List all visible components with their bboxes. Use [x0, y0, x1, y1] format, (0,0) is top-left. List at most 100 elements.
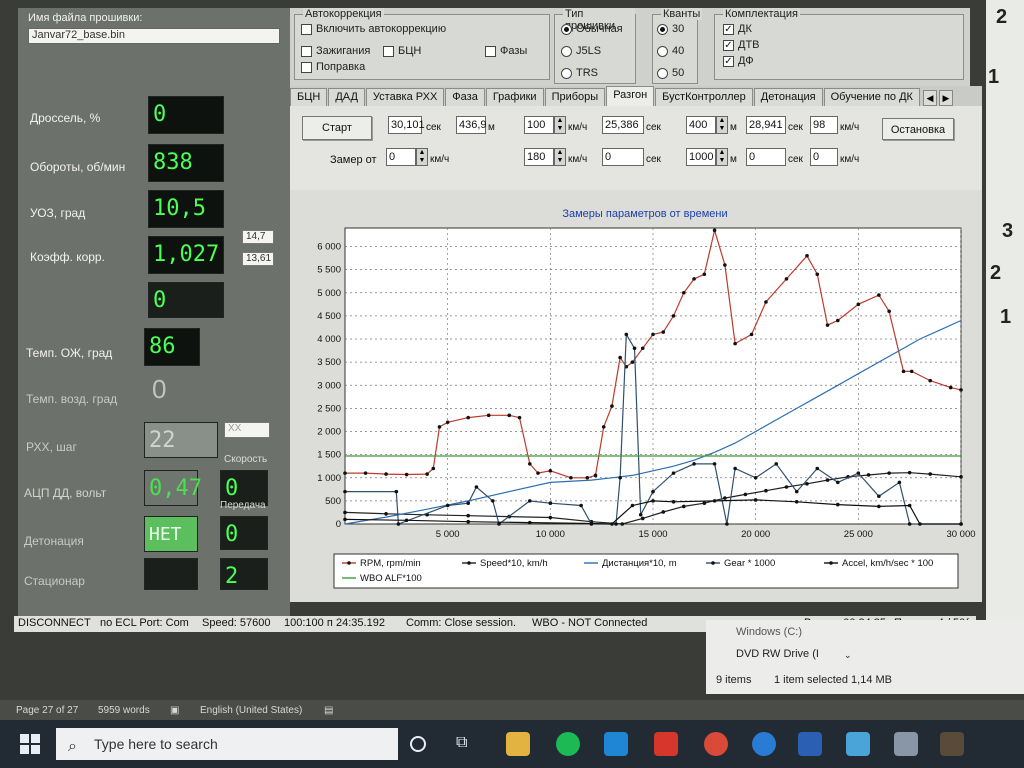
equip-dk-label: ДК: [738, 23, 752, 35]
spin-up-icon[interactable]: ▲: [417, 149, 427, 157]
spin-down-icon[interactable]: ▼: [717, 157, 727, 165]
firmware-file-field[interactable]: Janvar72_base.bin: [28, 28, 280, 44]
proofing-icon[interactable]: ▣: [170, 705, 179, 716]
koef-aux-1[interactable]: 14,7: [242, 230, 274, 244]
tab-boost-controller[interactable]: БустКонтроллер: [655, 88, 753, 106]
windows-start-icon[interactable]: [20, 734, 40, 754]
checkmark-icon: ✓: [723, 39, 734, 51]
task-view-icon[interactable]: ⧉: [456, 734, 467, 752]
tab-scroll-left-icon[interactable]: ◀: [922, 90, 937, 106]
enable-autocorr-checkbox[interactable]: Включить автокоррекцию: [301, 23, 446, 35]
stop-button[interactable]: Остановка: [882, 118, 954, 140]
equipment-group: Комплектация ✓ ДК ✓ ДТВ ✓ ДФ: [714, 8, 964, 80]
fwtype-j5ls-label: J5LS: [576, 45, 602, 57]
distance-target-2-field[interactable]: 1000: [686, 148, 716, 166]
chevron-down-icon[interactable]: ⌄: [844, 650, 852, 661]
y-tick-label: 2 000: [317, 427, 341, 438]
spin-up-icon[interactable]: ▲: [717, 117, 727, 125]
ignition-checkbox[interactable]: Зажигания: [301, 45, 370, 57]
chrome-icon[interactable]: [704, 732, 728, 756]
tab-razgon[interactable]: Разгон: [606, 86, 655, 106]
spin-measure-from[interactable]: ▲ ▼: [416, 148, 428, 166]
series-3-point: [548, 501, 553, 505]
taskbar-search-input[interactable]: Type here to search: [56, 728, 398, 760]
word-icon[interactable]: [798, 732, 822, 756]
koef-aux-2[interactable]: 13,61: [242, 252, 274, 266]
tab-gauges[interactable]: Приборы: [544, 88, 606, 106]
quant-50-radio[interactable]: 50: [657, 67, 684, 79]
phases-checkbox[interactable]: Фазы: [485, 45, 527, 57]
word-language[interactable]: English (United States): [200, 705, 302, 716]
bcn-checkbox[interactable]: БЦН: [383, 45, 421, 57]
chart-title: Замеры параметров от времени: [562, 208, 727, 220]
kmh-unit: км/ч: [568, 122, 588, 133]
series-0-point: [682, 290, 686, 295]
spin-distance-2[interactable]: ▲ ▼: [716, 148, 728, 166]
tab-phase[interactable]: Фаза: [445, 88, 485, 106]
spin-up-icon[interactable]: ▲: [555, 117, 565, 125]
spin-down-icon[interactable]: ▼: [555, 157, 565, 165]
word-status-bar: Page 27 of 27 5959 words ▣ English (Unit…: [0, 700, 1024, 720]
correction-checkbox[interactable]: Поправка: [301, 61, 365, 73]
equip-df-checkbox[interactable]: ✓ ДФ: [723, 55, 754, 67]
spin-speed-2[interactable]: ▲ ▼: [554, 148, 566, 166]
update-icon[interactable]: [752, 732, 776, 756]
speed-target-1-field[interactable]: 100: [524, 116, 554, 134]
cortana-icon[interactable]: [410, 736, 426, 752]
series-0-point: [486, 413, 491, 418]
tab-dad[interactable]: ДАД: [328, 88, 365, 106]
spotify-icon[interactable]: [556, 732, 580, 756]
measure-from-field[interactable]: 0: [386, 148, 416, 166]
spin-up-icon[interactable]: ▲: [717, 149, 727, 157]
spin-up-icon[interactable]: ▲: [555, 149, 565, 157]
speed-target-2-field[interactable]: 180: [524, 148, 554, 166]
tab-scroll-right-icon[interactable]: ▶: [938, 90, 953, 106]
equip-dtv-checkbox[interactable]: ✓ ДТВ: [723, 39, 760, 51]
fwtype-trs-radio[interactable]: TRS: [561, 67, 598, 79]
checkmark-icon: ✓: [723, 55, 734, 67]
acrobat-icon[interactable]: [654, 732, 678, 756]
tab-knock[interactable]: Детонация: [753, 88, 823, 106]
spin-distance[interactable]: ▲ ▼: [716, 116, 728, 134]
explorer-selected: 1 item selected 1,14 MB: [774, 674, 893, 686]
word-count: 5959 words: [98, 705, 150, 716]
blank-display: 0: [148, 282, 224, 318]
equip-dk-checkbox[interactable]: ✓ ДК: [723, 23, 752, 35]
knock-display: НЕТ: [144, 516, 198, 552]
tab-bcn[interactable]: БЦН: [290, 88, 328, 106]
spin-speed-1[interactable]: ▲ ▼: [554, 116, 566, 134]
autocorrection-title: Автокоррекция: [303, 8, 384, 20]
series-0-point: [877, 293, 881, 297]
spin-down-icon[interactable]: ▼: [555, 125, 565, 133]
accessibility-icon[interactable]: ▤: [324, 705, 333, 716]
phases-label: Фазы: [500, 45, 528, 57]
koef-label: Коэфф. корр.: [30, 250, 105, 264]
series-0-point: [466, 415, 470, 420]
quant-30-radio[interactable]: 30: [657, 23, 684, 35]
series-3-point: [692, 462, 696, 466]
drive-windows[interactable]: Windows (C:): [736, 626, 802, 638]
tab-graphs[interactable]: Графики: [485, 88, 544, 106]
drive-dvd[interactable]: DVD RW Drive (I: [736, 648, 819, 660]
series-0-point: [528, 462, 532, 466]
quant-title: Кванты: [661, 8, 703, 20]
distance-target-field[interactable]: 400: [686, 116, 716, 134]
tab-dk-learning[interactable]: Обучение по ДК: [823, 88, 920, 106]
app-icon[interactable]: [894, 732, 918, 756]
series-1-point: [887, 471, 891, 475]
time-result-field: 30,101: [388, 116, 425, 134]
spin-down-icon[interactable]: ▼: [717, 125, 727, 133]
file-explorer-icon[interactable]: [506, 732, 530, 756]
start-button[interactable]: Старт: [302, 116, 372, 140]
series-0-point: [601, 425, 606, 429]
fwtype-normal-radio[interactable]: Обычная: [561, 23, 623, 35]
terminal-icon[interactable]: [940, 732, 964, 756]
legend-label-1: Speed*10, km/h: [480, 558, 548, 569]
remote-desktop-icon[interactable]: [604, 732, 628, 756]
photos-icon[interactable]: [846, 732, 870, 756]
series-0-point: [536, 471, 540, 475]
spin-down-icon[interactable]: ▼: [417, 157, 427, 165]
tab-ustavka-rhh[interactable]: Уставка РХХ: [365, 88, 445, 106]
fwtype-j5ls-radio[interactable]: J5LS: [561, 45, 601, 57]
quant-40-radio[interactable]: 40: [657, 45, 684, 57]
